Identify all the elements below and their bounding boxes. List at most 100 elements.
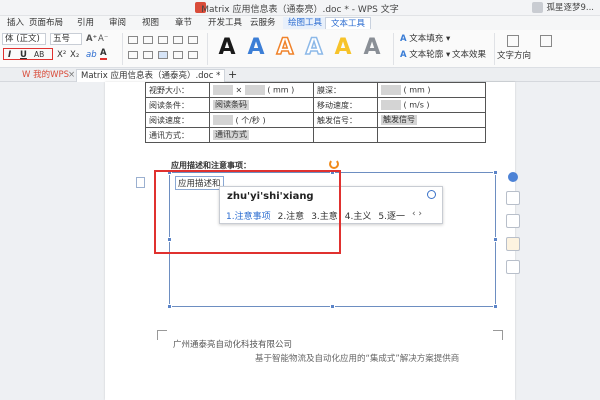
table-cell: 通讯方式： xyxy=(145,127,210,143)
grow-font-icon[interactable]: A⁺ xyxy=(86,33,97,45)
ribbon: 体 (正文) 五号 A⁺ A⁻ I U AB X² X₂ ab A A A A … xyxy=(0,30,600,68)
superscript-button[interactable]: X² xyxy=(57,49,66,61)
text-style-orange-outline[interactable]: A xyxy=(272,34,298,62)
outline-icon[interactable] xyxy=(506,260,520,274)
menu-page-layout[interactable]: 页面布局 xyxy=(24,17,68,29)
paragraph-icon[interactable] xyxy=(136,177,145,188)
highlight-button[interactable]: ab xyxy=(86,49,97,61)
user-name: 孤星逐梦9... xyxy=(546,3,594,13)
divider xyxy=(494,33,495,65)
shrink-font-icon[interactable]: A⁻ xyxy=(98,33,108,45)
indent-decrease-icon[interactable] xyxy=(158,36,168,44)
page-corner-mark xyxy=(493,330,503,340)
table-cell[interactable]: 阅读条码 xyxy=(209,97,314,113)
text-outline-icon: A xyxy=(400,50,407,60)
font-color-button[interactable]: A xyxy=(100,49,107,60)
footer-company: 广州通泰亮自动化科技有限公司 xyxy=(173,340,293,350)
text-style-gray[interactable]: A xyxy=(359,34,385,62)
ime-highlight-box xyxy=(154,170,341,254)
menu-chapter[interactable]: 章节 xyxy=(170,17,197,29)
info-table: 视野大小： × ( mm ) 膜深： ( mm ) 阅读条件： 阅读条码 移动速… xyxy=(145,82,486,143)
table-cell xyxy=(313,127,378,143)
page-corner-mark xyxy=(157,330,167,340)
text-effect-button[interactable]: 文本效果 xyxy=(452,49,486,61)
table-row: 阅读条件： 阅读条码 移动速度： ( m/s ) xyxy=(145,97,486,113)
text-direction-button[interactable]: 文字方向 xyxy=(497,50,531,62)
window-title: Matrix 应用信息表（通泰亮）.doc * - WPS 文字 xyxy=(201,5,399,15)
text-direction-icon[interactable] xyxy=(507,35,519,47)
new-tab-button[interactable]: + xyxy=(224,69,241,82)
layout-icon[interactable] xyxy=(506,191,520,205)
menu-review[interactable]: 审阅 xyxy=(104,17,131,29)
text-style-lightblue-outline[interactable]: A xyxy=(301,34,327,62)
resize-handle[interactable] xyxy=(330,304,335,309)
divider xyxy=(122,33,123,65)
floating-toolbar xyxy=(506,172,522,283)
italic-underline-highlight xyxy=(3,48,53,60)
table-cell: 膜深： xyxy=(313,82,378,98)
distribute-icon[interactable] xyxy=(188,51,198,59)
table-row: 通讯方式： 通讯方式 xyxy=(145,127,486,143)
text-fill-button[interactable]: A 文本填充 ▾ xyxy=(400,33,450,45)
document-tabs: W 我的WPS × Matrix 应用信息表（通泰亮）.doc * + xyxy=(0,68,600,82)
text-style-yellow[interactable]: A xyxy=(330,34,356,62)
user-account[interactable]: 孤星逐梦9... xyxy=(532,1,594,13)
table-cell: 阅读条件： xyxy=(145,97,210,113)
edit-icon[interactable] xyxy=(506,214,520,228)
table-cell[interactable]: ( 个/秒 ) xyxy=(209,112,314,128)
table-cell[interactable]: 触发信号 xyxy=(377,112,486,128)
table-cell[interactable]: ( m/s ) xyxy=(377,97,486,113)
workspace: 视野大小： × ( mm ) 膜深： ( mm ) 阅读条件： 阅读条码 移动速… xyxy=(0,82,600,400)
resize-handle[interactable] xyxy=(167,304,172,309)
divider xyxy=(207,33,208,65)
align-left-icon[interactable] xyxy=(128,51,138,59)
menu-cloud[interactable]: 云服务 xyxy=(245,17,281,29)
menu-drawing-tools[interactable]: 绘图工具 xyxy=(283,17,328,29)
table-cell: 视野大小： xyxy=(145,82,210,98)
sort-icon[interactable] xyxy=(188,36,198,44)
collapse-icon[interactable] xyxy=(508,172,518,182)
table-cell: 移动速度： xyxy=(313,97,378,113)
align-text-icon[interactable] xyxy=(540,35,552,47)
resize-handle[interactable] xyxy=(493,170,498,175)
text-style-blue[interactable]: A xyxy=(243,34,269,62)
fill-icon[interactable] xyxy=(506,237,520,251)
align-right-icon[interactable] xyxy=(158,51,168,59)
menu-text-tools[interactable]: 文本工具 xyxy=(325,17,372,29)
table-cell[interactable]: 通讯方式 xyxy=(209,127,314,143)
search-icon[interactable] xyxy=(427,190,436,199)
indent-increase-icon[interactable] xyxy=(173,36,183,44)
ime-page-arrows[interactable]: ‹ › xyxy=(412,209,422,222)
text-fill-icon: A xyxy=(400,34,407,44)
table-row: 视野大小： × ( mm ) 膜深： ( mm ) xyxy=(145,82,486,98)
tab-document[interactable]: Matrix 应用信息表（通泰亮）.doc * xyxy=(76,69,226,82)
font-style-combo[interactable]: 体 (正文) xyxy=(2,33,46,45)
rotate-handle-icon[interactable] xyxy=(329,159,339,169)
table-cell: 阅读速度： xyxy=(145,112,210,128)
justify-icon[interactable] xyxy=(173,51,183,59)
divider xyxy=(393,33,394,65)
menu-developer[interactable]: 开发工具 xyxy=(203,17,247,29)
font-size-combo[interactable]: 五号 xyxy=(50,33,82,45)
resize-handle[interactable] xyxy=(493,304,498,309)
title-bar: Matrix 应用信息表（通泰亮）.doc * - WPS 文字 孤星逐梦9..… xyxy=(0,0,600,16)
ime-candidate[interactable]: 4.主义 xyxy=(345,209,372,222)
subscript-button[interactable]: X₂ xyxy=(70,49,79,61)
footer-slogan: 基于智能物流及自动化应用的“集成式”解决方案提供商 xyxy=(255,354,460,364)
text-style-black[interactable]: A xyxy=(214,34,240,62)
wps-home-icon: W xyxy=(22,70,31,80)
text-outline-button[interactable]: A 文本轮廓 ▾ xyxy=(400,49,450,61)
table-cell xyxy=(377,127,486,143)
ime-candidate[interactable]: 5.逐一 xyxy=(378,209,405,222)
document-page[interactable]: 视野大小： × ( mm ) 膜深： ( mm ) 阅读条件： 阅读条码 移动速… xyxy=(105,82,520,400)
table-cell[interactable]: ( mm ) xyxy=(377,82,486,98)
avatar xyxy=(532,1,544,13)
table-cell: 触发信号： xyxy=(313,112,378,128)
resize-handle[interactable] xyxy=(493,237,498,242)
numbered-list-icon[interactable] xyxy=(143,36,153,44)
table-cell[interactable]: × ( mm ) xyxy=(209,82,314,98)
bullet-list-icon[interactable] xyxy=(128,36,138,44)
align-center-icon[interactable] xyxy=(143,51,153,59)
menu-view[interactable]: 视图 xyxy=(137,17,164,29)
menu-references[interactable]: 引用 xyxy=(72,17,99,29)
